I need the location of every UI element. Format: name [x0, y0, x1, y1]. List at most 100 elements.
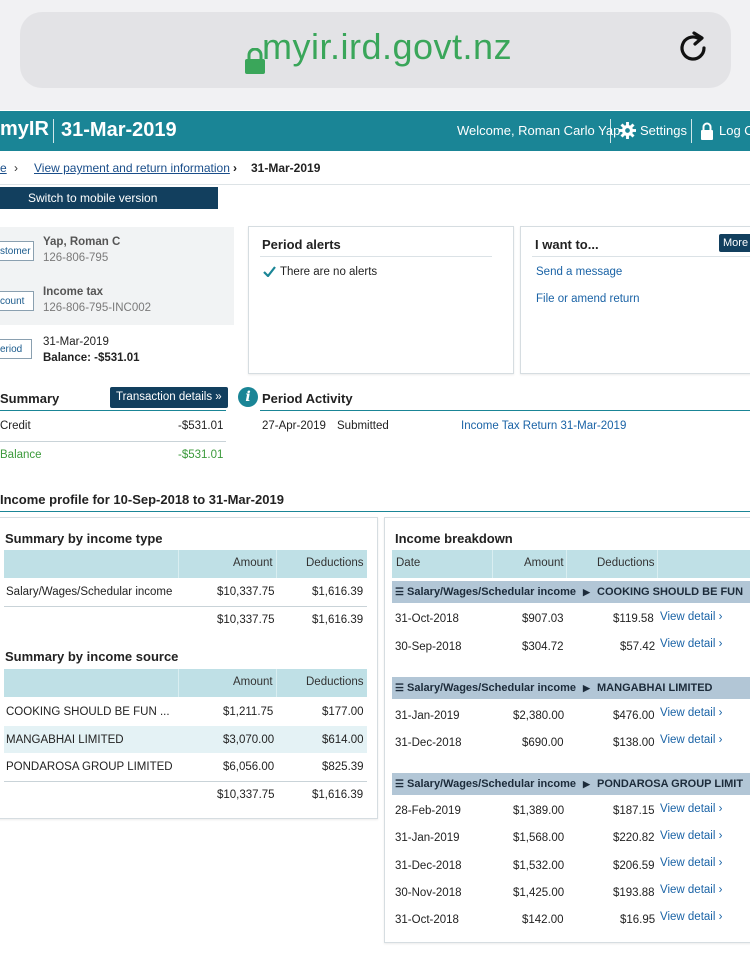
iwant-divider	[532, 256, 750, 257]
header-col-divider	[276, 550, 277, 578]
source-table-header: Amount Deductions	[4, 669, 367, 697]
settings-link[interactable]: Settings	[640, 123, 687, 138]
activity-underline	[260, 410, 750, 411]
deductions-header: Deductions	[597, 557, 655, 569]
group-bar-cooking[interactable]: ☰ Salary/Wages/Schedular income ▶ COOKIN…	[392, 581, 750, 603]
logout-link[interactable]: Log O	[719, 123, 750, 138]
type-table-header: Amount Deductions	[4, 550, 367, 578]
balance-value: -$531.01	[178, 449, 224, 461]
breakdown-deductions: $119.58	[613, 613, 654, 625]
group-type: Salary/Wages/Schedular income	[407, 586, 576, 598]
source-row-amount: $1,211.75	[223, 706, 274, 718]
view-detail-link[interactable]: View detail ›	[660, 803, 722, 815]
account-id: 126-806-795-INC002	[43, 302, 152, 314]
myir-logo[interactable]: myIR	[0, 118, 49, 141]
activity-status: Submitted	[337, 420, 389, 432]
alerts-divider	[260, 256, 492, 257]
breadcrumb-current: 31-Mar-2019	[251, 161, 321, 175]
deductions-header: Deductions	[306, 676, 364, 688]
source-total-amount: $10,337.75	[217, 789, 275, 801]
browser-url-area: myir.ird.govt.nz	[0, 0, 750, 110]
info-icon[interactable]: i	[238, 387, 258, 407]
summary-underline	[0, 410, 226, 411]
breakdown-amount: $1,532.00	[513, 860, 565, 872]
breakdown-amount: $1,568.00	[513, 832, 565, 844]
breakdown-table-header: Date Amount Deductions	[392, 550, 750, 578]
period-tag-button[interactable]: eriod	[0, 339, 32, 359]
view-detail-link[interactable]: View detail ›	[660, 734, 722, 746]
breakdown-date: 31-Dec-2018	[395, 737, 462, 749]
group-bar-mangabhai[interactable]: ☰ Salary/Wages/Schedular income ▶ MANGAB…	[392, 677, 750, 699]
view-detail-link[interactable]: View detail ›	[660, 911, 722, 923]
deductions-header: Deductions	[306, 557, 364, 569]
breakdown-date: 31-Jan-2019	[395, 710, 460, 722]
gear-icon[interactable]	[619, 122, 636, 139]
no-alerts-text: There are no alerts	[280, 266, 378, 278]
breadcrumb-home[interactable]: e	[0, 161, 7, 175]
padlock-icon	[701, 122, 713, 140]
account-tag-button[interactable]: count	[0, 291, 34, 311]
income-profile-title: Income profile for 10-Sep-2018 to 31-Mar…	[0, 492, 284, 507]
type-row-divider	[4, 606, 367, 607]
source-row-name: PONDAROSA GROUP LIMITED	[6, 761, 173, 773]
list-icon: ☰	[395, 779, 404, 790]
source-row-amount: $3,070.00	[223, 734, 275, 746]
header-col-divider	[178, 550, 179, 578]
view-detail-link[interactable]: View detail ›	[660, 707, 722, 719]
header-col-divider	[566, 550, 567, 578]
view-detail-link[interactable]: View detail ›	[660, 638, 722, 650]
source-row-name: MANGABHAI LIMITED	[6, 734, 124, 746]
breadcrumb-separator: ›	[14, 161, 18, 175]
caret-right-icon: ▶	[583, 683, 590, 693]
source-row-deductions: $177.00	[322, 706, 364, 718]
view-detail-link[interactable]: View detail ›	[660, 611, 722, 623]
summary-divider	[0, 441, 226, 442]
activity-date: 27-Apr-2019	[262, 420, 326, 432]
view-detail-link[interactable]: View detail ›	[660, 884, 722, 896]
breakdown-date: 31-Dec-2018	[395, 860, 462, 872]
send-message-link[interactable]: Send a message	[536, 266, 622, 278]
breadcrumb-view-payment[interactable]: View payment and return information	[34, 161, 230, 175]
breakdown-amount: $142.00	[522, 914, 564, 926]
source-row-deductions: $825.39	[322, 761, 364, 773]
group-type: Salary/Wages/Schedular income	[407, 682, 576, 694]
header-divider	[610, 119, 611, 143]
breakdown-amount: $1,425.00	[513, 887, 565, 899]
credit-label: Credit	[0, 420, 31, 432]
customer-tag-button[interactable]: stomer	[0, 241, 34, 261]
type-row-name: Salary/Wages/Schedular income	[6, 586, 173, 598]
type-row-amount: $10,337.75	[217, 586, 275, 598]
breadcrumb-divider	[0, 184, 750, 185]
url-text[interactable]: myir.ird.govt.nz	[262, 26, 512, 68]
account-type: Income tax	[43, 286, 104, 298]
welcome-text: Welcome, Roman Carlo Yap	[457, 123, 621, 138]
header-divider	[53, 119, 54, 143]
group-source: PONDAROSA GROUP LIMIT	[597, 778, 744, 790]
customer-name: Yap, Roman C	[43, 236, 121, 248]
header-period: 31-Mar-2019	[61, 119, 177, 141]
credit-value: -$531.01	[178, 420, 224, 432]
reload-icon[interactable]	[676, 31, 710, 65]
breakdown-amount: $2,380.00	[513, 710, 565, 722]
group-bar-pondarosa[interactable]: ☰ Salary/Wages/Schedular income ▶ PONDAR…	[392, 773, 750, 795]
file-amend-return-link[interactable]: File or amend return	[536, 293, 640, 305]
top-header: myIR 31-Mar-2019 Welcome, Roman Carlo Ya…	[0, 111, 750, 151]
customer-id: 126-806-795	[43, 252, 109, 264]
source-total-deductions: $1,616.39	[312, 789, 364, 801]
income-tax-return-link[interactable]: Income Tax Return 31-Mar-2019	[461, 420, 626, 432]
header-col-divider	[178, 669, 179, 697]
switch-mobile-button[interactable]: Switch to mobile version	[0, 187, 218, 209]
group-source: COOKING SHOULD BE FUN	[597, 586, 744, 598]
address-bar[interactable]: myir.ird.govt.nz	[20, 12, 731, 88]
amount-header: Amount	[524, 557, 564, 569]
view-detail-link[interactable]: View detail ›	[660, 857, 722, 869]
group-type: Salary/Wages/Schedular income	[407, 778, 576, 790]
breakdown-amount: $1,389.00	[513, 805, 565, 817]
breakdown-deductions: $193.88	[613, 887, 655, 899]
period-date: 31-Mar-2019	[43, 336, 109, 348]
transaction-details-button[interactable]: Transaction details »	[110, 387, 228, 408]
view-detail-link[interactable]: View detail ›	[660, 830, 722, 842]
header-divider	[691, 119, 692, 143]
more-button[interactable]: More	[719, 234, 750, 252]
list-icon: ☰	[395, 587, 404, 598]
